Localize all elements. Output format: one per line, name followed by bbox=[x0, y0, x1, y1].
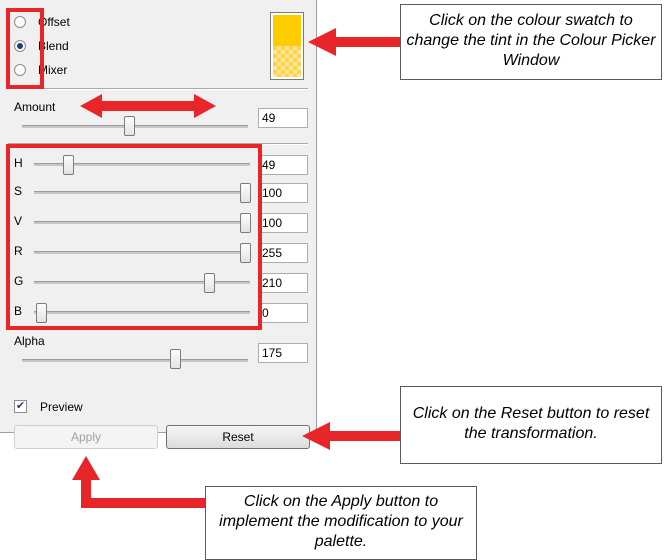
swatch-arrow bbox=[308, 28, 402, 56]
amount-double-arrow bbox=[80, 94, 216, 118]
swatch-callout: Click on the colour swatch to change the… bbox=[400, 4, 662, 80]
reset-arrow bbox=[302, 422, 400, 450]
apply-callout: Click on the Apply button to implement t… bbox=[205, 486, 477, 560]
reset-callout: Click on the Reset button to reset the t… bbox=[400, 386, 662, 464]
annotation-arrows bbox=[72, 28, 402, 508]
apply-arrow bbox=[72, 456, 206, 508]
